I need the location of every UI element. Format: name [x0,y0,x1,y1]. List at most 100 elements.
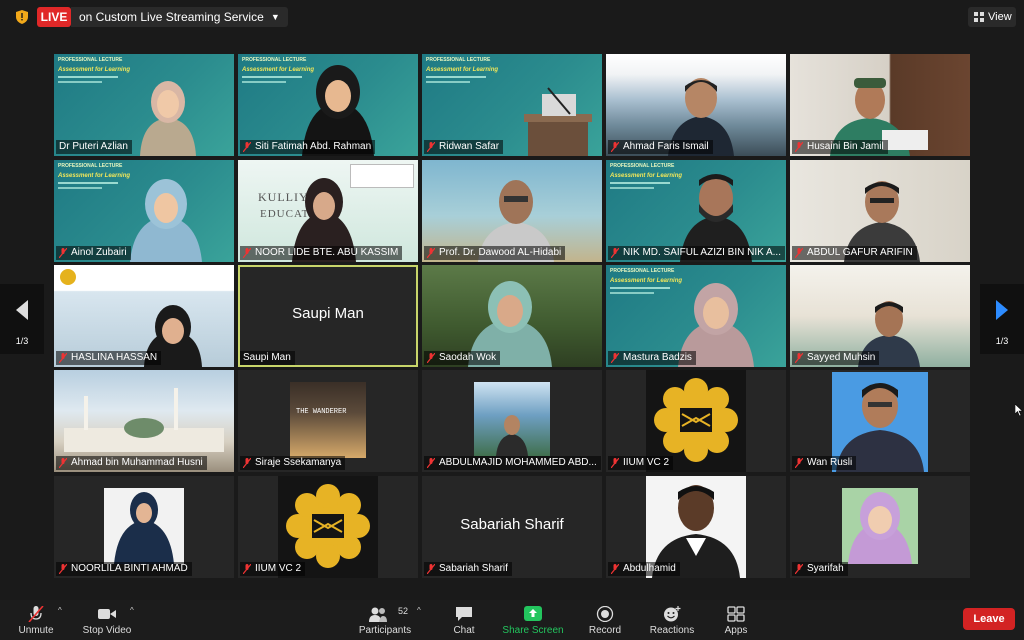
video-tile[interactable]: HASLINA HASSAN [54,265,234,367]
participant-name-label: ABDUL GAFUR ARIFIN [807,247,913,258]
apps-icon [727,606,745,622]
slide-title: Assessment for Learning [610,173,683,179]
video-tile[interactable]: IIUM VC 2 [606,370,786,472]
participant-display-name: Saupi Man [292,305,364,322]
participant-name: IIUM VC 2 [608,456,674,470]
slide-line [610,182,670,184]
participant-name-label: Prof. Dr. Dawood AL-Hidabi [439,247,562,258]
muted-mic-icon [795,353,803,363]
muted-mic-icon [59,458,67,468]
participant-name: Siraje Ssekamanya [240,456,346,470]
share-screen-label: Share Screen [502,625,564,636]
book-title: THE WANDERER [296,408,347,416]
video-tile[interactable]: PROFESSIONAL LECTURE Assessment for Lear… [606,160,786,262]
profile-photo [842,488,918,564]
participant-name-label: Saupi Man [243,352,291,363]
record-icon [596,606,614,622]
video-tile[interactable]: PROFESSIONAL LECTURE Assessment for Lear… [54,54,234,156]
participants-button[interactable]: 52 Participants [355,600,415,640]
participant-name-label: Dr Puteri Azlian [59,141,128,152]
participant-name: Mastura Badzis [608,351,696,365]
video-tile[interactable]: PROFESSIONAL LECTURE Assessment for Lear… [606,265,786,367]
slide-heading: PROFESSIONAL LECTURE [242,57,307,63]
participant-name-label: Sayyed Muhsin [807,352,876,363]
video-tile[interactable]: Sayyed Muhsin [790,265,970,367]
muted-mic-icon [243,564,251,574]
share-screen-icon [524,606,542,621]
mosque-image [64,388,224,452]
active-speaker-tile[interactable]: Saupi Man Saupi Man [238,265,418,367]
unmute-label: Unmute [18,625,54,636]
video-tile[interactable]: Saodah Wok [422,265,602,367]
slide-heading: PROFESSIONAL LECTURE [610,268,675,274]
participants-label: Participants [358,625,412,636]
slide-heading: PROFESSIONAL LECTURE [610,163,675,169]
podium-image [524,87,592,156]
leave-button[interactable]: Leave [963,608,1015,630]
video-tile[interactable]: Wan Rusli [790,370,970,472]
apps-label: Apps [724,625,748,636]
video-tile[interactable]: Ahmad Faris Ismail [606,54,786,156]
participant-name: HASLINA HASSAN [56,351,162,365]
video-tile[interactable]: KULLIYYA EDUCATI NOOR LIDE BTE. ABU KASS… [238,160,418,262]
video-tile[interactable]: Prof. Dr. Dawood AL-Hidabi [422,160,602,262]
participant-name: Sayyed Muhsin [792,351,880,365]
record-button[interactable]: Record [580,600,630,640]
slide-heading: PROFESSIONAL LECTURE [58,163,123,169]
video-tile[interactable]: Husaini Bin Jamil [790,54,970,156]
muted-mic-icon [795,142,803,152]
participant-name-label: Siti Fatimah Abd. Rahman [255,141,372,152]
profile-photo [104,488,184,564]
participant-name: Saupi Man [240,351,295,365]
video-tile[interactable]: NOORLILA BINTI AHMAD [54,476,234,578]
participant-display-name: Sabariah Sharif [460,516,564,533]
participant-name-label: Syarifah [807,563,844,574]
muted-mic-icon [243,458,251,468]
slide-heading: PROFESSIONAL LECTURE [58,57,123,63]
reactions-button[interactable]: Reactions [644,600,700,640]
slide-line [426,76,486,78]
chat-label: Chat [453,625,475,636]
video-tile[interactable]: IIUM VC 2 [238,476,418,578]
slide-title: Assessment for Learning [58,173,131,179]
participant-name: ABDULMAJID MOHAMMED ABD... [424,456,601,470]
stop-video-button[interactable]: Stop Video [78,600,136,640]
unmute-button[interactable]: Unmute [10,600,62,640]
video-tile[interactable]: Syarifah [790,476,970,578]
participants-options-button[interactable]: ^ [417,600,427,640]
video-tile[interactable]: ABDUL GAFUR ARIFIN [790,160,970,262]
video-tile[interactable]: ABDULMAJID MOHAMMED ABD... [422,370,602,472]
participant-name: Dr Puteri Azlian [56,140,132,154]
participant-name: Ainol Zubairi [56,246,131,260]
video-tile[interactable]: THE WANDERER Siraje Ssekamanya [238,370,418,472]
participant-name: Abdulhamid [608,562,680,576]
participant-name-label: Ahmad Faris Ismail [623,141,709,152]
iium-logo-icon [286,484,370,568]
muted-mic-icon [611,353,619,363]
audio-options-button[interactable]: ^ [58,600,68,640]
stop-video-label: Stop Video [82,625,132,636]
muted-mic-icon [427,564,435,574]
share-screen-button[interactable]: Share Screen [500,600,566,640]
video-tile[interactable]: PROFESSIONAL LECTURE Assessment for Lear… [422,54,602,156]
participant-video [848,492,912,564]
apps-button[interactable]: Apps [714,600,758,640]
participant-name: IIUM VC 2 [240,562,306,576]
participants-count: 52 [398,606,409,616]
gallery-grid: PROFESSIONAL LECTURE Assessment for Lear… [0,0,1024,640]
chevron-up-icon: ^ [130,606,134,615]
video-options-button[interactable]: ^ [130,600,140,640]
video-tile[interactable]: Ahmad bin Muhammad Husni [54,370,234,472]
participant-name-label: Husaini Bin Jamil [807,141,884,152]
video-tile[interactable]: Abdulhamid [606,476,786,578]
participant-name: NIK MD. SAIFUL AZIZI BIN NIK A... [608,246,785,260]
participants-icon [369,607,387,622]
participant-name: ABDUL GAFUR ARIFIN [792,246,917,260]
muted-mic-icon [795,248,803,258]
participant-name-label: Wan Rusli [807,457,853,468]
video-tile[interactable]: Sabariah Sharif Sabariah Sharif [422,476,602,578]
slide-line [58,187,102,189]
video-tile[interactable]: PROFESSIONAL LECTURE Assessment for Lear… [54,160,234,262]
chat-button[interactable]: Chat [440,600,488,640]
video-tile[interactable]: PROFESSIONAL LECTURE Assessment for Lear… [238,54,418,156]
